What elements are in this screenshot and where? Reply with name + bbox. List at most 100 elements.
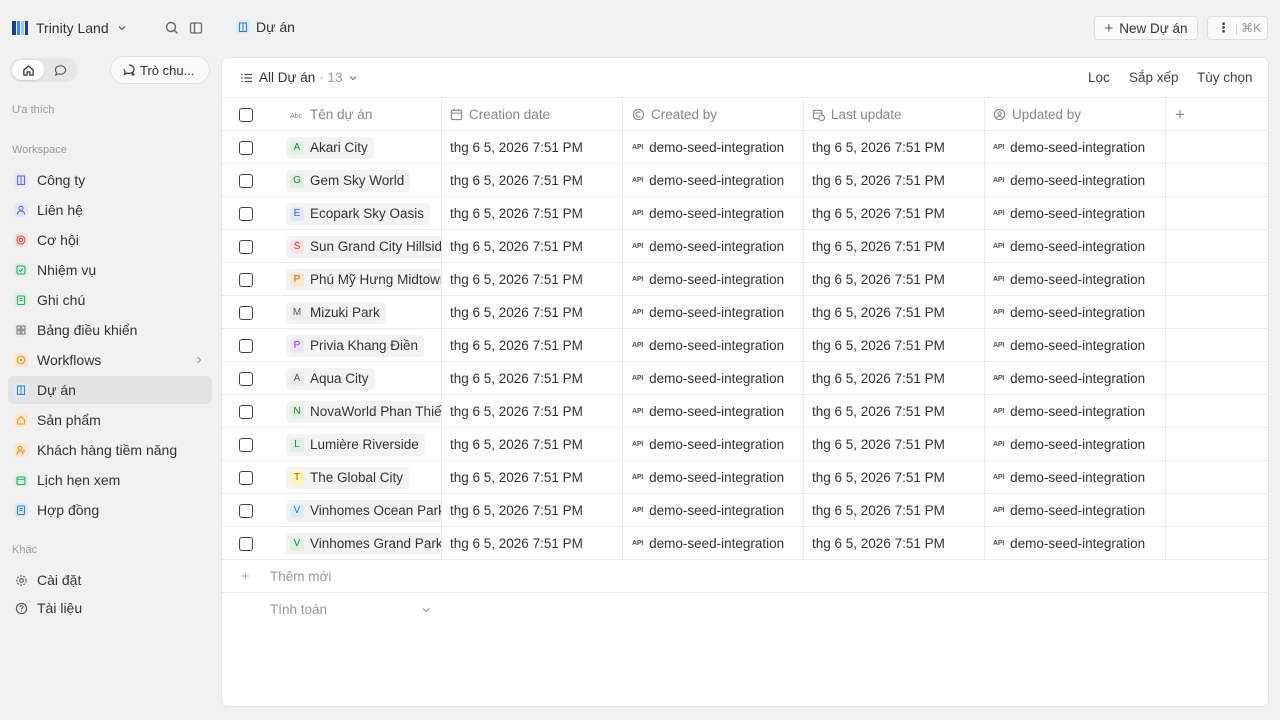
project-name-cell[interactable]: M Mizuki Park [270, 296, 442, 329]
sidebar-item-notes[interactable]: Ghi chú [8, 286, 212, 314]
project-name-cell[interactable]: N NovaWorld Phan Thiết [270, 395, 442, 428]
row-checkbox[interactable] [239, 305, 253, 320]
project-name-cell[interactable]: S Sun Grand City Hillside [270, 230, 442, 263]
record-chip[interactable]: A Akari City [286, 136, 374, 159]
table-row[interactable]: A Aqua City thg 6 5, 2026 7:51 PM API dem… [222, 362, 1268, 395]
sidebar-item-settings[interactable]: Cài đặt [8, 566, 212, 594]
created-by-cell[interactable]: API demo-seed-integration [623, 527, 804, 560]
record-chip[interactable]: A Aqua City [286, 367, 375, 390]
updated-by-cell[interactable]: API demo-seed-integration [985, 461, 1166, 494]
record-chip[interactable]: E Ecopark Sky Oasis [286, 202, 431, 225]
created-by-cell[interactable]: API demo-seed-integration [623, 494, 804, 527]
table-row[interactable]: S Sun Grand City Hillside thg 6 5, 2026 … [222, 230, 1268, 263]
updated-by-cell[interactable]: API demo-seed-integration [985, 164, 1166, 197]
chat-tab[interactable] [44, 60, 76, 80]
updated-by-cell[interactable]: API demo-seed-integration [985, 197, 1166, 230]
row-checkbox[interactable] [239, 437, 253, 452]
updated-by-cell[interactable]: API demo-seed-integration [985, 230, 1166, 263]
row-checkbox[interactable] [239, 470, 253, 485]
created-by-cell[interactable]: API demo-seed-integration [623, 461, 804, 494]
sidebar-item-leads[interactable]: Khách hàng tiềm năng [8, 436, 212, 464]
row-checkbox[interactable] [239, 206, 253, 221]
record-chip[interactable]: L Lumière Riverside [286, 433, 425, 456]
creation-date-cell[interactable]: thg 6 5, 2026 7:51 PM [442, 296, 623, 329]
row-checkbox[interactable] [239, 272, 253, 287]
updated-by-cell[interactable]: API demo-seed-integration [985, 494, 1166, 527]
sidebar-item-products[interactable]: Sản phẩm [8, 406, 212, 434]
sidebar-item-workflows[interactable]: Workflows [8, 346, 212, 374]
last-update-cell[interactable]: thg 6 5, 2026 7:51 PM [804, 461, 985, 494]
home-tab[interactable] [12, 60, 44, 80]
row-checkbox[interactable] [239, 338, 253, 353]
view-switcher[interactable]: All Dự án · 13 [240, 70, 358, 85]
new-project-button[interactable]: + New Dự án [1094, 16, 1198, 40]
sidebar-item-contacts[interactable]: Liên hệ [8, 196, 212, 224]
creation-date-cell[interactable]: thg 6 5, 2026 7:51 PM [442, 197, 623, 230]
sidebar-item-dashboards[interactable]: Bảng điều khiển [8, 316, 212, 344]
project-name-cell[interactable]: L Lumière Riverside [270, 428, 442, 461]
updated-by-cell[interactable]: API demo-seed-integration [985, 428, 1166, 461]
new-chat-button[interactable]: Trò chu... [110, 56, 210, 84]
updated-by-cell[interactable]: API demo-seed-integration [985, 395, 1166, 428]
table-row[interactable]: V Vinhomes Grand Park thg 6 5, 2026 7:51… [222, 527, 1268, 560]
record-chip[interactable]: T The Global City [286, 466, 410, 489]
record-chip[interactable]: G Gem Sky World [286, 169, 411, 192]
row-checkbox[interactable] [239, 173, 253, 188]
sidebar-item-tasks[interactable]: Nhiệm vụ [8, 256, 212, 284]
creation-date-cell[interactable]: thg 6 5, 2026 7:51 PM [442, 395, 623, 428]
row-checkbox[interactable] [239, 140, 253, 155]
sidebar-item-companies[interactable]: Công ty [8, 166, 212, 194]
last-update-cell[interactable]: thg 6 5, 2026 7:51 PM [804, 494, 985, 527]
creation-date-cell[interactable]: thg 6 5, 2026 7:51 PM [442, 329, 623, 362]
aggregate-row[interactable]: Tính toán [222, 593, 1268, 626]
column-header-updated-by[interactable]: Updated by [985, 98, 1166, 131]
row-checkbox[interactable] [239, 371, 253, 386]
created-by-cell[interactable]: API demo-seed-integration [623, 395, 804, 428]
last-update-cell[interactable]: thg 6 5, 2026 7:51 PM [804, 296, 985, 329]
creation-date-cell[interactable]: thg 6 5, 2026 7:51 PM [442, 362, 623, 395]
record-chip[interactable]: N NovaWorld Phan Thiết [286, 400, 441, 423]
project-name-cell[interactable]: P Privia Khang Điền [270, 329, 442, 362]
last-update-cell[interactable]: thg 6 5, 2026 7:51 PM [804, 230, 985, 263]
project-name-cell[interactable]: P Phú Mỹ Hưng Midtown [270, 263, 442, 296]
created-by-cell[interactable]: API demo-seed-integration [623, 428, 804, 461]
row-checkbox[interactable] [239, 239, 253, 254]
search-icon[interactable] [164, 20, 180, 36]
creation-date-cell[interactable]: thg 6 5, 2026 7:51 PM [442, 461, 623, 494]
table-row[interactable]: V Vinhomes Ocean Park 2 thg 6 5, 2026 7:… [222, 494, 1268, 527]
last-update-cell[interactable]: thg 6 5, 2026 7:51 PM [804, 197, 985, 230]
workspace-switcher[interactable]: Trinity Land [12, 17, 127, 39]
updated-by-cell[interactable]: API demo-seed-integration [985, 362, 1166, 395]
creation-date-cell[interactable]: thg 6 5, 2026 7:51 PM [442, 164, 623, 197]
creation-date-cell[interactable]: thg 6 5, 2026 7:51 PM [442, 131, 623, 164]
creation-date-cell[interactable]: thg 6 5, 2026 7:51 PM [442, 527, 623, 560]
created-by-cell[interactable]: API demo-seed-integration [623, 329, 804, 362]
table-row[interactable]: P Phú Mỹ Hưng Midtown thg 6 5, 2026 7:51… [222, 263, 1268, 296]
sidebar-item-appointments[interactable]: Lịch hẹn xem [8, 466, 212, 494]
record-chip[interactable]: P Phú Mỹ Hưng Midtown [286, 268, 441, 291]
last-update-cell[interactable]: thg 6 5, 2026 7:51 PM [804, 362, 985, 395]
table-row[interactable]: L Lumière Riverside thg 6 5, 2026 7:51 P… [222, 428, 1268, 461]
table-row[interactable]: E Ecopark Sky Oasis thg 6 5, 2026 7:51 P… [222, 197, 1268, 230]
row-checkbox[interactable] [239, 503, 253, 518]
select-all-checkbox[interactable] [239, 107, 253, 122]
record-chip[interactable]: S Sun Grand City Hillside [286, 235, 441, 258]
options-button[interactable]: Tùy chọn [1197, 70, 1253, 85]
last-update-cell[interactable]: thg 6 5, 2026 7:51 PM [804, 263, 985, 296]
table-row[interactable]: G Gem Sky World thg 6 5, 2026 7:51 PM AP… [222, 164, 1268, 197]
column-header-last-update[interactable]: Last update [804, 98, 985, 131]
last-update-cell[interactable]: thg 6 5, 2026 7:51 PM [804, 395, 985, 428]
breadcrumb[interactable]: Dự án [236, 19, 295, 35]
filter-button[interactable]: Lọc [1088, 70, 1110, 85]
project-name-cell[interactable]: V Vinhomes Ocean Park 2 [270, 494, 442, 527]
column-header-name[interactable]: Abc Tên dự án [270, 98, 442, 131]
table-row[interactable]: M Mizuki Park thg 6 5, 2026 7:51 PM API d… [222, 296, 1268, 329]
row-checkbox[interactable] [239, 536, 253, 551]
sidebar-item-projects[interactable]: Dự án [8, 376, 212, 404]
creation-date-cell[interactable]: thg 6 5, 2026 7:51 PM [442, 428, 623, 461]
sidebar-item-opportunities[interactable]: Cơ hội [8, 226, 212, 254]
project-name-cell[interactable]: T The Global City [270, 461, 442, 494]
sort-button[interactable]: Sắp xếp [1129, 70, 1179, 85]
table-row[interactable]: P Privia Khang Điền thg 6 5, 2026 7:51 P… [222, 329, 1268, 362]
created-by-cell[interactable]: API demo-seed-integration [623, 164, 804, 197]
